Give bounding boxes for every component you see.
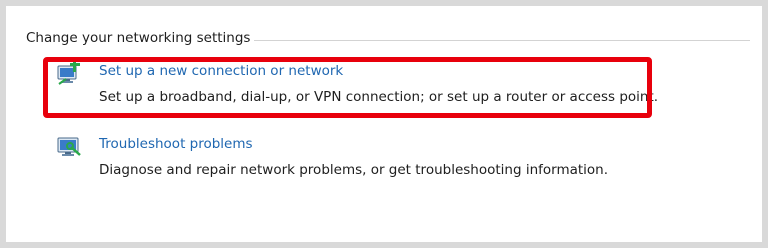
troubleshoot-item[interactable]: Troubleshoot problems Diagnose and repai… (42, 129, 682, 185)
setup-connection-item[interactable]: Set up a new connection or network Set u… (42, 56, 682, 112)
new-connection-icon (56, 62, 84, 86)
section-divider (254, 40, 750, 41)
network-settings-panel: Change your networking settings Set up a… (6, 6, 762, 242)
troubleshoot-description: Diagnose and repair network problems, or… (99, 162, 609, 178)
troubleshoot-icon (56, 135, 84, 159)
troubleshoot-link[interactable]: Troubleshoot problems (99, 136, 253, 152)
setup-connection-description: Set up a broadband, dial-up, or VPN conn… (99, 89, 659, 105)
setup-connection-link[interactable]: Set up a new connection or network (99, 63, 343, 79)
section-title: Change your networking settings (26, 30, 251, 46)
